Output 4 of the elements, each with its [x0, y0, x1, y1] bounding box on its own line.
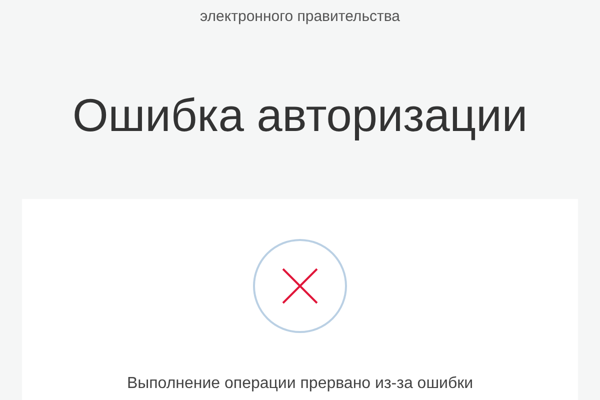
page-title: Ошибка авторизации: [72, 88, 528, 143]
error-message: Выполнение операции прервано из-за ошибки: [126, 374, 474, 394]
subtitle: электронного правительства: [200, 7, 400, 27]
error-icon: [252, 238, 348, 334]
